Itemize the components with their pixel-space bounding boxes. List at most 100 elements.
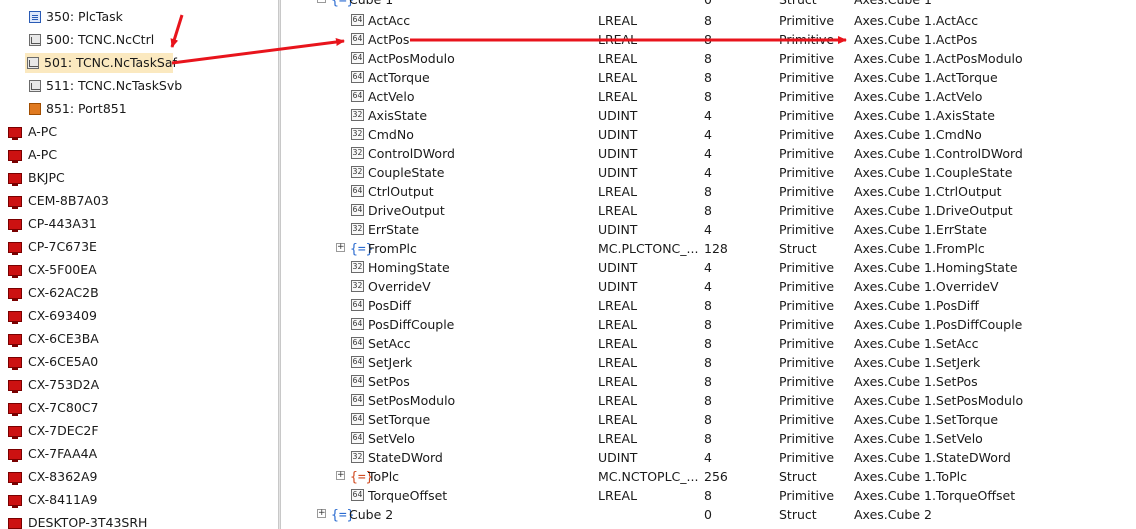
symbol-row[interactable]: 32 HomingState UDINT 4 Primitive Axes.Cube 1.…: [281, 258, 1136, 277]
variable-32bit-icon: 32: [351, 109, 364, 121]
symbol-row[interactable]: 64 SetTorque LREAL 8 Primitive Axes.Cube 1.Se…: [281, 410, 1136, 429]
symbol-row[interactable]: 32 ErrState UDINT 4 Primitive Axes.Cube 1.Err…: [281, 220, 1136, 239]
tree-item-task[interactable]: 511: TCNC.NcTaskSvb: [27, 76, 182, 96]
symbol-row[interactable]: 64 SetJerk LREAL 8 Primitive Axes.Cube 1.SetJ…: [281, 353, 1136, 372]
tree-item-computer[interactable]: A-PC: [8, 122, 158, 142]
symbol-row[interactable]: 32 CoupleState UDINT 4 Primitive Axes.Cube 1.…: [281, 163, 1136, 182]
expand-toggle[interactable]: +: [317, 509, 326, 518]
symbol-type: LREAL: [598, 298, 638, 313]
tree-item-computer[interactable]: CX-753D2A: [8, 375, 158, 395]
expand-toggle[interactable]: +: [336, 471, 345, 480]
tree-item-computer[interactable]: CX-6CE5A0: [8, 352, 158, 372]
variable-64bit-icon: 64: [351, 204, 364, 216]
struct-row-cube-1[interactable]: − {=} Cube 1 0 Struct Axes.Cube 1: [281, 0, 1136, 9]
computer-icon: [8, 173, 22, 186]
tree-item-computer[interactable]: CX-8411A9: [8, 490, 158, 510]
symbol-row[interactable]: 64 ActPosModulo LREAL 8 Primitive Axes.Cube 1…: [281, 49, 1136, 68]
tree-item-computer[interactable]: BKJPC: [8, 168, 158, 188]
tree-item-task[interactable]: 501: TCNC.NcTaskSaf: [25, 53, 177, 73]
tree-item-computer[interactable]: CX-6CE3BA: [8, 329, 158, 349]
symbol-row[interactable]: 64 PosDiffCouple LREAL 8 Primitive Axes.Cube …: [281, 315, 1136, 334]
tree-item-computer[interactable]: CX-7FAA4A: [8, 444, 158, 464]
tree-item-computer[interactable]: CP-443A31: [8, 214, 158, 234]
tree-item-computer[interactable]: CX-8362A9: [8, 467, 158, 487]
symbol-path: Axes.Cube 1.ActPosModulo: [854, 51, 1023, 66]
struct-row-cube-2[interactable]: + {=} Cube 2 0 Struct Axes.Cube 2: [281, 505, 1136, 524]
symbol-row[interactable]: 64 PosDiff LREAL 8 Primitive Axes.Cube 1.PosD…: [281, 296, 1136, 315]
symbol-type: LREAL: [598, 32, 638, 47]
tree-item-task[interactable]: 851: Port851: [27, 99, 161, 119]
symbol-path: Axes.Cube 1.OverrideV: [854, 279, 999, 294]
symbol-row[interactable]: 64 ActPos LREAL 8 Primitive Axes.Cube 1.ActPo…: [281, 30, 1136, 49]
symbol-type: UDINT: [598, 108, 638, 123]
symbol-row[interactable]: 64 ActVelo LREAL 8 Primitive Axes.Cube 1.ActV…: [281, 87, 1136, 106]
symbol-size: 8: [704, 393, 712, 408]
tree-item-label: CX-8362A9: [28, 469, 98, 484]
symbol-path: Axes.Cube 1.SetVelo: [854, 431, 983, 446]
symbol-type: UDINT: [598, 165, 638, 180]
symbol-size: 8: [704, 355, 712, 370]
variable-64bit-icon: 64: [351, 375, 364, 387]
symbol-row[interactable]: 32 ControlDWord UDINT 4 Primitive Axes.Cube 1…: [281, 144, 1136, 163]
symbol-name: Cube 2: [349, 507, 394, 522]
symbol-row[interactable]: 32 AxisState UDINT 4 Primitive Axes.Cube 1.Ax…: [281, 106, 1136, 125]
tree-item-computer[interactable]: CX-5F00EA: [8, 260, 158, 280]
tree-item-label: 851: Port851: [46, 101, 127, 116]
symbol-type: LREAL: [598, 70, 638, 85]
symbol-type: LREAL: [598, 317, 638, 332]
expand-toggle[interactable]: +: [336, 243, 345, 252]
nc-task-icon: [29, 80, 41, 92]
symbol-size: 8: [704, 51, 712, 66]
symbol-row[interactable]: 32 OverrideV UDINT 4 Primitive Axes.Cube 1.Ov…: [281, 277, 1136, 296]
symbol-row[interactable]: 64 TorqueOffset LREAL 8 Primitive Axes.Cube 1…: [281, 486, 1136, 505]
symbol-path: Axes.Cube 1.ErrState: [854, 222, 987, 237]
symbol-size: 8: [704, 70, 712, 85]
symbol-row[interactable]: 64 SetAcc LREAL 8 Primitive Axes.Cube 1.SetAc…: [281, 334, 1136, 353]
struct-row[interactable]: + {=} FromPlc MC.PLCTONC_... 128 Struct Axes.C…: [281, 239, 1136, 258]
tree-item-computer[interactable]: CEM-8B7A03: [8, 191, 158, 211]
tree-item-label: 511: TCNC.NcTaskSvb: [46, 78, 183, 93]
symbol-path: Axes.Cube 1.SetTorque: [854, 412, 999, 427]
symbol-type: UDINT: [598, 279, 638, 294]
symbol-path: Axes.Cube 1.DriveOutput: [854, 203, 1013, 218]
symbol-kind: Primitive: [779, 203, 835, 218]
computer-icon: [8, 357, 22, 370]
computer-icon: [8, 380, 22, 393]
nc-task-icon: [27, 57, 39, 69]
symbol-path: Axes.Cube 1.SetPos: [854, 374, 978, 389]
symbol-row[interactable]: 64 SetPos LREAL 8 Primitive Axes.Cube 1.SetPo…: [281, 372, 1136, 391]
tree-item-computer[interactable]: DESKTOP-3T43SRH: [8, 513, 158, 529]
symbol-name: CtrlOutput: [368, 184, 434, 199]
tree-item-label: CX-693409: [28, 308, 97, 323]
symbol-row[interactable]: 64 DriveOutput LREAL 8 Primitive Axes.Cube 1.…: [281, 201, 1136, 220]
tree-item-computer[interactable]: CX-7DEC2F: [8, 421, 158, 441]
struct-row[interactable]: + {=} ToPlc MC.NCTOPLC_... 256 Struct Axes.Cub…: [281, 467, 1136, 486]
symbol-size: 4: [704, 450, 712, 465]
symbol-row[interactable]: 32 CmdNo UDINT 4 Primitive Axes.Cube 1.CmdNo: [281, 125, 1136, 144]
symbol-name: CoupleState: [368, 165, 445, 180]
collapse-toggle[interactable]: −: [317, 0, 326, 3]
symbol-row[interactable]: 64 ActTorque LREAL 8 Primitive Axes.Cube 1.Ac…: [281, 68, 1136, 87]
symbol-row[interactable]: 64 SetVelo LREAL 8 Primitive Axes.Cube 1.SetV…: [281, 429, 1136, 448]
tree-item-computer[interactable]: CX-7C80C7: [8, 398, 158, 418]
symbol-size: 8: [704, 13, 712, 28]
symbol-row[interactable]: 64 CtrlOutput LREAL 8 Primitive Axes.Cube 1.C…: [281, 182, 1136, 201]
tree-item-task[interactable]: 500: TCNC.NcCtrl: [27, 30, 161, 50]
tree-item-computer[interactable]: CX-693409: [8, 306, 158, 326]
symbol-size: 4: [704, 108, 712, 123]
symbol-row[interactable]: 64 SetPosModulo LREAL 8 Primitive Axes.Cube 1…: [281, 391, 1136, 410]
tree-item-computer[interactable]: CX-62AC2B: [8, 283, 158, 303]
ads-route-tree[interactable]: 350: PlcTask 500: TCNC.NcCtrl 501: TCNC.Nc…: [0, 0, 278, 529]
symbol-name: HomingState: [368, 260, 450, 275]
tree-item-task[interactable]: 350: PlcTask: [27, 7, 161, 27]
symbol-size: 0: [704, 507, 712, 522]
symbol-grid[interactable]: − {=} Cube 1 0 Struct Axes.Cube 1 64 ActA…: [281, 0, 1136, 529]
symbol-size: 8: [704, 374, 712, 389]
symbol-row[interactable]: 32 StateDWord UDINT 4 Primitive Axes.Cube 1.S…: [281, 448, 1136, 467]
symbol-path: Axes.Cube 1.HomingState: [854, 260, 1018, 275]
symbol-kind: Primitive: [779, 279, 835, 294]
symbol-row[interactable]: 64 ActAcc LREAL 8 Primitive Axes.Cube 1.ActAc…: [281, 11, 1136, 30]
tree-item-computer[interactable]: CP-7C673E: [8, 237, 158, 257]
tree-item-computer[interactable]: A-PC: [8, 145, 158, 165]
variable-64bit-icon: 64: [351, 90, 364, 102]
